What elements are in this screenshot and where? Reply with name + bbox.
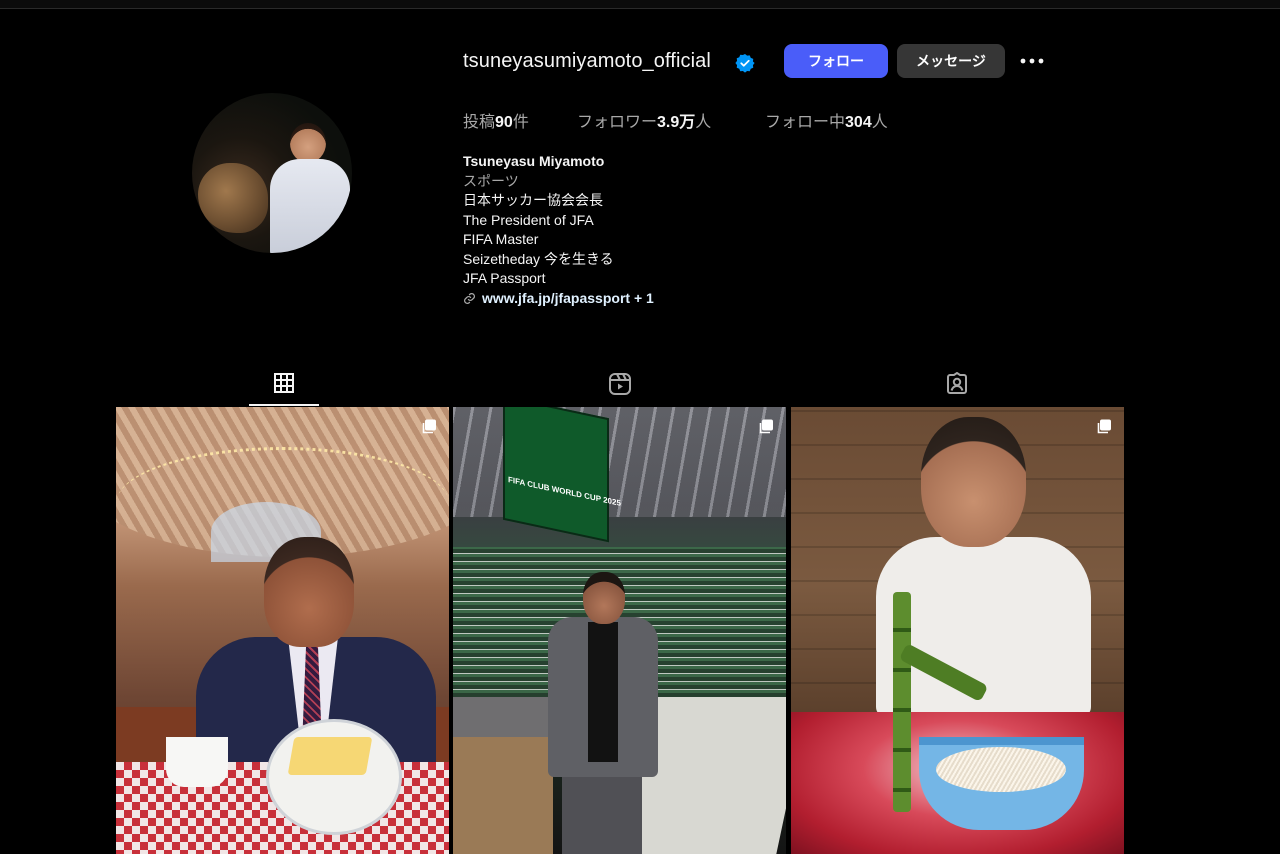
post-thumbnail[interactable] [791, 407, 1124, 854]
tab-posts-grid[interactable] [249, 362, 319, 406]
follow-button[interactable]: フォロー [784, 44, 888, 78]
more-options-icon[interactable] [1018, 48, 1046, 74]
link-icon [464, 292, 475, 304]
following-count-value: 304 [845, 114, 872, 131]
tab-tagged[interactable] [922, 362, 992, 406]
window-top-edge [0, 0, 1280, 9]
message-button[interactable]: メッセージ [897, 44, 1005, 78]
bio-line: JFA Passport [463, 270, 546, 286]
multiple-images-icon [759, 419, 773, 434]
multiple-images-icon [1097, 419, 1111, 434]
post-thumbnail[interactable] [116, 407, 449, 854]
tagged-icon [947, 372, 967, 394]
bio-link-text: www.jfa.jp/jfapassport + 1 [482, 289, 654, 306]
bio-link[interactable]: www.jfa.jp/jfapassport + 1 [463, 289, 654, 309]
bio-category: スポーツ [463, 172, 519, 189]
followers-stat[interactable]: フォロワー3.9万人 [577, 108, 711, 132]
posts-count-stat: 投稿90件 [463, 114, 529, 131]
bio-line: Seizetheday 今を生きる [463, 250, 614, 267]
multiple-images-icon [422, 419, 436, 434]
verified-badge-icon [735, 54, 755, 73]
profile-username: tsuneyasumiyamoto_official [463, 50, 711, 72]
bio-line: FIFA Master [463, 231, 539, 247]
tab-reels[interactable] [585, 362, 655, 406]
reels-icon [609, 373, 631, 395]
profile-bio: Tsuneyasu Miyamoto スポーツ 日本サッカー協会会長 The P… [463, 152, 654, 308]
post-thumbnail[interactable]: FIFA CLUB WORLD CUP 2025 [453, 407, 786, 854]
avatar-camel-figure [198, 163, 268, 233]
grid-icon [274, 373, 294, 393]
followers-count-value: 3.9万 [657, 114, 696, 131]
bio-display-name: Tsuneyasu Miyamoto [463, 153, 605, 169]
profile-tabs [116, 362, 1124, 406]
following-stat[interactable]: フォロー中304人 [765, 108, 888, 132]
profile-avatar[interactable] [192, 93, 352, 253]
avatar-person-figure [270, 123, 350, 253]
bio-line: 日本サッカー協会会長 [463, 192, 603, 208]
bio-line: The President of JFA [463, 211, 594, 228]
posts-count-value: 90 [495, 114, 513, 131]
